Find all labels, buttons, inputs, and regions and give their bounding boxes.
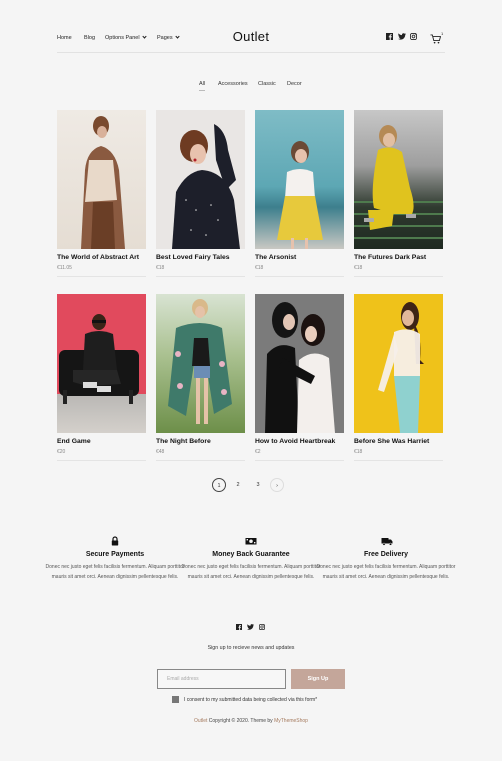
- header-divider: [57, 52, 445, 53]
- next-page-button[interactable]: ›: [270, 478, 284, 492]
- feature-title: Free Delivery: [364, 551, 408, 558]
- consent-label: I consent to my submitted data being col…: [184, 697, 318, 703]
- product-price: €18: [354, 449, 363, 455]
- product-title[interactable]: The Arsonist: [255, 254, 296, 261]
- filter-decor[interactable]: Decor: [287, 81, 302, 87]
- product-image[interactable]: [354, 294, 443, 433]
- card-divider: [156, 276, 245, 277]
- product-image[interactable]: [354, 110, 443, 249]
- feature-title: Money Back Guarantee: [212, 551, 290, 558]
- email-field[interactable]: Email address: [157, 669, 286, 689]
- footer-author-link[interactable]: MyThemeShop: [274, 718, 308, 724]
- product-price: €2: [255, 449, 261, 455]
- product-image[interactable]: [156, 294, 245, 433]
- lock-icon: [110, 533, 120, 546]
- page-3[interactable]: 3: [251, 478, 265, 492]
- twitter-icon[interactable]: [247, 624, 254, 632]
- cart-icon[interactable]: [430, 31, 442, 49]
- page-2[interactable]: 2: [231, 478, 245, 492]
- twitter-icon[interactable]: [398, 33, 406, 42]
- page-1[interactable]: 1: [212, 478, 226, 492]
- product-card[interactable]: [255, 294, 344, 433]
- card-divider: [255, 460, 344, 461]
- footer-copyright-text: Copyright © 2020. Theme by: [207, 718, 275, 724]
- product-image[interactable]: [255, 110, 344, 249]
- product-price: €48: [156, 449, 165, 455]
- product-price: €18: [156, 265, 165, 271]
- sign-up-button[interactable]: Sign Up: [291, 669, 345, 689]
- card-divider: [57, 276, 146, 277]
- filter-accessories[interactable]: Accessories: [218, 81, 248, 87]
- footer-copyright: Outlet Copyright © 2020. Theme by MyThem…: [0, 718, 502, 724]
- facebook-icon[interactable]: [386, 33, 393, 42]
- product-title[interactable]: How to Avoid Heartbreak: [255, 438, 335, 445]
- product-price: €11.05: [57, 265, 72, 271]
- feature-title: Secure Payments: [85, 551, 145, 558]
- footer-brand-link[interactable]: Outlet: [194, 718, 207, 724]
- money-icon: [245, 533, 257, 545]
- instagram-icon[interactable]: [410, 33, 418, 42]
- truck-icon: [381, 533, 393, 546]
- product-card[interactable]: [354, 294, 443, 433]
- product-card[interactable]: [156, 294, 245, 433]
- product-card[interactable]: [57, 294, 146, 433]
- card-divider: [354, 276, 443, 277]
- feature-text: Donec nec justo eget felis facilisis fer…: [45, 564, 185, 580]
- filter-classic[interactable]: Classic: [258, 81, 276, 87]
- feature-text: Donec nec justo eget felis facilisis fer…: [181, 564, 321, 580]
- product-price: €18: [354, 265, 363, 271]
- site-logo[interactable]: Outlet: [0, 29, 502, 44]
- product-card[interactable]: [156, 110, 245, 249]
- facebook-icon[interactable]: [236, 624, 242, 632]
- product-title[interactable]: End Game: [57, 438, 91, 445]
- feature-text: Donec nec justo eget felis facilisis fer…: [316, 564, 456, 580]
- consent-checkbox[interactable]: [172, 696, 179, 703]
- filter-all[interactable]: All: [199, 81, 206, 91]
- product-image[interactable]: [156, 110, 245, 249]
- product-title[interactable]: Before She Was Harriet: [354, 438, 429, 445]
- product-image[interactable]: [57, 110, 146, 249]
- product-title[interactable]: The Night Before: [156, 438, 211, 445]
- product-image[interactable]: [255, 294, 344, 433]
- product-title[interactable]: Best Loved Fairy Tales: [156, 254, 230, 261]
- product-price: €20: [57, 449, 66, 455]
- card-divider: [354, 460, 443, 461]
- cart-count: 1: [441, 31, 444, 36]
- product-title[interactable]: The World of Abstract Art: [57, 254, 139, 261]
- newsletter-heading: Sign up to recieve news and updates: [207, 645, 295, 651]
- product-card[interactable]: [255, 110, 344, 249]
- instagram-icon[interactable]: [259, 624, 266, 632]
- card-divider: [255, 276, 344, 277]
- product-title[interactable]: The Futures Dark Past: [354, 254, 426, 261]
- product-image[interactable]: [57, 294, 146, 433]
- card-divider: [57, 460, 146, 461]
- product-card[interactable]: [354, 110, 443, 249]
- product-price: €18: [255, 265, 264, 271]
- product-card[interactable]: [57, 110, 146, 249]
- card-divider: [156, 460, 245, 461]
